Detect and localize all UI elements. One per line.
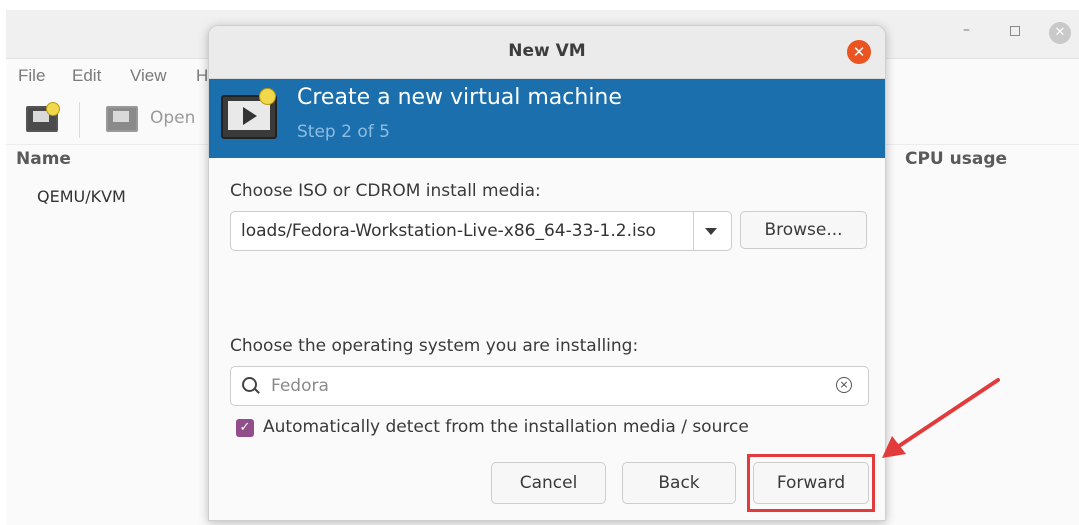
- annotation-arrow-icon: [882, 378, 1000, 458]
- autodetect-label[interactable]: Automatically detect from the installati…: [263, 417, 749, 437]
- new-star-icon: [259, 88, 276, 105]
- dialog-title: New VM: [508, 41, 586, 61]
- dialog-titlebar: New VM ✕: [209, 26, 885, 79]
- back-button[interactable]: Back: [622, 462, 736, 504]
- toolbar-separator: [79, 102, 80, 138]
- cancel-button[interactable]: Cancel: [491, 462, 606, 504]
- close-window-button[interactable]: ✕: [1049, 22, 1071, 44]
- clear-icon[interactable]: ×: [836, 377, 852, 393]
- column-header-cpu-usage[interactable]: CPU usage: [905, 149, 1007, 169]
- column-header-name[interactable]: Name: [16, 149, 71, 169]
- connection-item[interactable]: QEMU/KVM: [37, 187, 126, 206]
- maximize-button[interactable]: [1010, 26, 1020, 36]
- os-label: Choose the operating system you are inst…: [230, 336, 639, 356]
- wizard-heading: Create a new virtual machine: [297, 85, 622, 110]
- wizard-banner: Create a new virtual machine Step 2 of 5: [209, 79, 885, 158]
- menu-edit[interactable]: Edit: [72, 66, 101, 86]
- open-vm-icon[interactable]: [106, 106, 138, 132]
- install-media-combobox[interactable]: loads/Fedora-Workstation-Live-x86_64-33-…: [230, 211, 732, 251]
- open-button-label[interactable]: Open: [150, 108, 195, 128]
- install-media-label: Choose ISO or CDROM install media:: [230, 181, 541, 201]
- menu-view[interactable]: View: [130, 66, 167, 86]
- menu-file[interactable]: File: [18, 66, 45, 86]
- browse-button[interactable]: Browse...: [740, 211, 867, 249]
- forward-highlight-box: [747, 454, 875, 512]
- os-search-field[interactable]: Fedora ×: [230, 366, 869, 406]
- minimize-button[interactable]: –: [963, 22, 970, 38]
- dialog-close-button[interactable]: ✕: [847, 40, 871, 64]
- wizard-step-indicator: Step 2 of 5: [297, 122, 390, 142]
- menu-help[interactable]: H: [196, 66, 208, 86]
- chevron-down-icon[interactable]: [705, 228, 717, 235]
- install-media-path[interactable]: loads/Fedora-Workstation-Live-x86_64-33-…: [241, 221, 656, 241]
- new-star-icon: [46, 102, 60, 116]
- autodetect-checkbox[interactable]: ✓: [236, 419, 254, 437]
- new-vm-dialog: New VM ✕ Create a new virtual machine St…: [208, 25, 886, 521]
- os-search-input[interactable]: Fedora: [271, 376, 329, 396]
- search-icon: [242, 377, 257, 392]
